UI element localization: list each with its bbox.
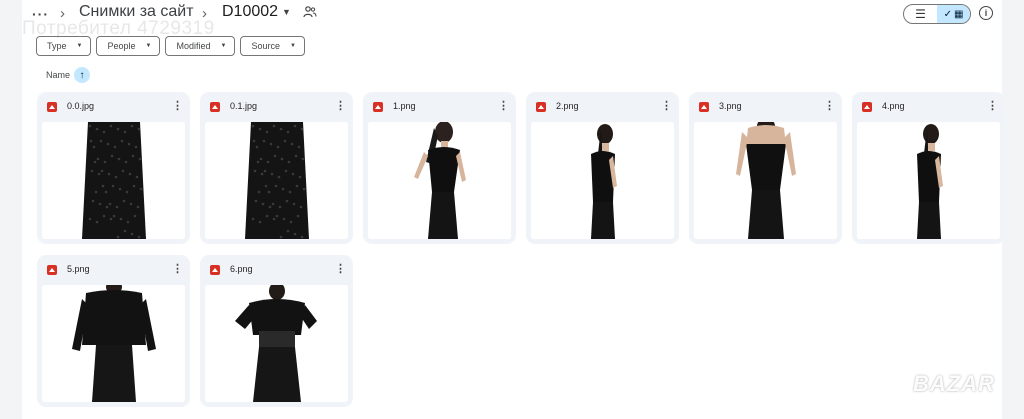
dropdown-arrow-icon: ▼ <box>289 43 296 49</box>
filter-source-button[interactable]: Source ▼ <box>240 36 305 56</box>
image-file-icon <box>699 102 709 112</box>
more-actions-icon[interactable]: ⋮ <box>987 99 998 112</box>
list-icon: ☰ <box>915 7 926 21</box>
file-thumbnail[interactable] <box>531 122 674 239</box>
shared-people-icon <box>303 6 317 18</box>
file-card-header: 0.0.jpg ⋮ <box>37 92 190 122</box>
file-name: 1.png <box>393 101 416 111</box>
image-file-icon <box>210 102 220 112</box>
filter-label: Source <box>251 41 280 51</box>
file-name: 4.png <box>882 101 905 111</box>
thumbnail-image <box>857 122 1000 239</box>
image-file-icon <box>47 102 57 112</box>
file-card[interactable]: 6.png ⋮ <box>200 255 353 407</box>
file-thumbnail[interactable] <box>205 122 348 239</box>
file-card-header: 6.png ⋮ <box>200 255 353 285</box>
filter-label: Modified <box>176 41 211 51</box>
filter-label: Type <box>47 41 67 51</box>
dropdown-arrow-icon: ▼ <box>220 43 227 49</box>
file-card-header: 0.1.jpg ⋮ <box>200 92 353 122</box>
filter-chips: Type ▼ People ▼ Modified ▼ Source ▼ <box>36 36 305 56</box>
filter-type-button[interactable]: Type ▼ <box>36 36 92 56</box>
file-thumbnail[interactable] <box>857 122 1000 239</box>
thumbnail-image <box>205 122 348 239</box>
thumbnail-image <box>368 122 511 239</box>
file-card[interactable]: 0.1.jpg ⋮ <box>200 92 353 244</box>
sort-label: Name <box>46 70 71 80</box>
file-name: 3.png <box>719 101 742 111</box>
thumbnail-image <box>531 122 674 239</box>
image-file-icon <box>536 102 546 112</box>
file-name: 5.png <box>67 264 90 274</box>
list-view-button[interactable]: ☰ <box>904 5 937 23</box>
more-actions-icon[interactable]: ⋮ <box>661 99 672 112</box>
view-toggle: ☰ ✓ ▦ <box>903 4 971 24</box>
more-actions-icon[interactable]: ⋮ <box>824 99 835 112</box>
more-actions-icon[interactable]: ⋮ <box>172 262 183 275</box>
breadcrumb-current-folder[interactable]: D10002 <box>222 3 278 21</box>
file-card-header: 1.png ⋮ <box>363 92 516 122</box>
dropdown-arrow-icon: ▼ <box>145 43 152 49</box>
file-name: 6.png <box>230 264 253 274</box>
checkmark-icon: ✓ <box>943 8 952 20</box>
file-card[interactable]: 2.png ⋮ <box>526 92 679 244</box>
filter-label: People <box>107 41 136 51</box>
file-thumbnail[interactable] <box>368 122 511 239</box>
file-name: 2.png <box>556 101 579 111</box>
file-thumbnail[interactable] <box>694 122 837 239</box>
thumbnail-image <box>42 285 185 402</box>
filter-people-button[interactable]: People ▼ <box>96 36 161 56</box>
more-actions-icon[interactable]: ⋮ <box>335 99 346 112</box>
more-actions-icon[interactable]: ⋮ <box>172 99 183 112</box>
file-card[interactable]: 4.png ⋮ <box>852 92 1005 244</box>
file-card-header: 3.png ⋮ <box>689 92 842 122</box>
file-card-header: 5.png ⋮ <box>37 255 190 285</box>
image-file-icon <box>47 265 57 275</box>
breadcrumb-parent-folder[interactable]: Снимки за сайт <box>79 3 194 21</box>
thumbnail-image <box>205 285 348 402</box>
file-name: 0.0.jpg <box>67 101 95 111</box>
file-card-header: 4.png ⋮ <box>852 92 1005 122</box>
top-bar: ··· › Снимки за сайт › D10002 ▼ ☰ ✓ ▦ i <box>0 0 1024 28</box>
file-card[interactable]: 5.png ⋮ <box>37 255 190 407</box>
file-card[interactable]: 0.0.jpg ⋮ <box>37 92 190 244</box>
folder-menu-caret-icon[interactable]: ▼ <box>282 7 291 17</box>
dropdown-arrow-icon: ▼ <box>76 43 83 49</box>
file-card[interactable]: 3.png ⋮ <box>689 92 842 244</box>
thumbnail-image <box>694 122 837 239</box>
more-breadcrumbs-button[interactable]: ··· <box>32 6 49 22</box>
sort-ascending-icon[interactable]: ↑ <box>74 67 91 83</box>
file-name: 0.1.jpg <box>230 101 258 111</box>
image-file-icon <box>862 102 872 112</box>
grid-view-button[interactable]: ✓ ▦ <box>937 5 970 23</box>
image-file-icon <box>373 102 383 112</box>
image-file-icon <box>210 265 220 275</box>
chevron-right-icon: › <box>60 5 65 22</box>
file-thumbnail[interactable] <box>42 285 185 402</box>
bazar-logo-text: BAZAR <box>913 371 995 396</box>
thumbnail-image <box>42 122 185 239</box>
file-thumbnail[interactable] <box>205 285 348 402</box>
info-icon[interactable]: i <box>979 6 993 20</box>
more-actions-icon[interactable]: ⋮ <box>335 262 346 275</box>
bazar-logo: BAZAR <box>913 371 995 397</box>
chevron-right-icon: › <box>202 5 207 22</box>
filter-modified-button[interactable]: Modified ▼ <box>165 36 236 56</box>
more-actions-icon[interactable]: ⋮ <box>498 99 509 112</box>
file-thumbnail[interactable] <box>42 122 185 239</box>
sort-control[interactable]: Name ↑ <box>46 67 91 83</box>
file-card[interactable]: 1.png ⋮ <box>363 92 516 244</box>
file-card-header: 2.png ⋮ <box>526 92 679 122</box>
grid-icon: ▦ <box>953 8 964 20</box>
